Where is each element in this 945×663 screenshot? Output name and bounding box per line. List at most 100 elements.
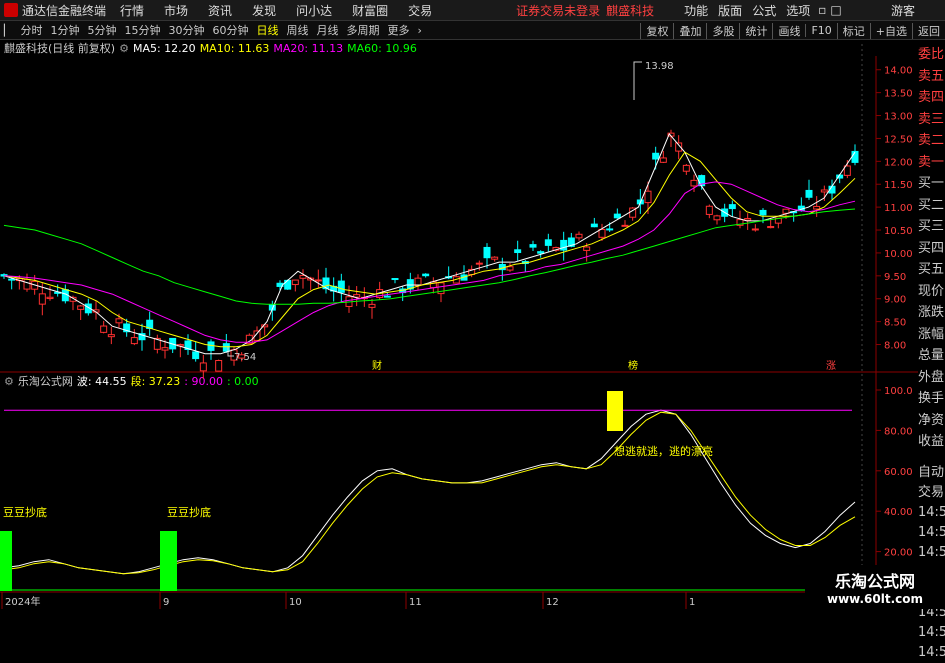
candle-body	[337, 280, 345, 293]
quote-item-7[interactable]: 买二	[918, 195, 945, 217]
candle-body	[805, 189, 813, 198]
quote-item-12[interactable]: 涨跌	[918, 302, 945, 324]
low-annotation: 7.54	[234, 352, 256, 363]
quote-item-13[interactable]: 涨幅	[918, 324, 945, 346]
quote-item-16[interactable]: 换手	[918, 388, 945, 410]
candle-body	[491, 256, 499, 260]
price-tick-label: 13.00	[884, 112, 913, 123]
top-signal-bar	[607, 391, 623, 431]
quote-item-9[interactable]: 买四	[918, 238, 945, 260]
candle-body	[475, 262, 483, 265]
candle-body	[514, 249, 522, 254]
tick-item-4[interactable]: 14:56	[918, 543, 945, 563]
series-line-ind	[3, 409, 856, 575]
candle-body	[391, 278, 399, 281]
chart-grid	[0, 44, 918, 609]
candle-body	[414, 277, 422, 287]
candle-body	[744, 217, 752, 221]
candle-body	[192, 351, 200, 360]
candle-body	[813, 205, 821, 210]
candle-body	[606, 228, 614, 231]
date-tick-label: 2024年	[5, 595, 40, 608]
tick-item-1[interactable]: 交易	[918, 483, 945, 503]
quote-item-4[interactable]: 卖二	[918, 130, 945, 152]
quote-item-5[interactable]: 卖一	[918, 152, 945, 174]
date-tick-label: 11	[409, 597, 422, 608]
candle-body	[713, 215, 721, 221]
tick-item-2[interactable]: 14:56	[918, 503, 945, 523]
price-tick-label: 11.50	[884, 180, 913, 191]
marker-zhang[interactable]: 涨	[826, 360, 836, 372]
quote-item-0[interactable]: 委比	[918, 44, 945, 66]
candle-body	[291, 279, 299, 286]
tick-item-0[interactable]: 自动	[918, 463, 945, 483]
price-tick-label: 13.50	[884, 89, 913, 100]
candle-body	[422, 273, 430, 277]
tick-item-8[interactable]: 14:56	[918, 623, 945, 643]
candle-body	[621, 224, 629, 227]
candle-body	[100, 325, 108, 333]
candle-body	[23, 278, 31, 290]
candle-body	[659, 157, 667, 163]
date-tick-label: 9	[163, 597, 169, 608]
candle-body	[383, 295, 391, 298]
quote-item-18[interactable]: 收益	[918, 431, 945, 453]
kline-chart[interactable]: 14.00 13.50 13.00 12.50 12.00 11.50 11.00 10.50…	[0, 0, 918, 609]
quote-item-1[interactable]: 卖五	[918, 66, 945, 88]
candle-body	[682, 164, 690, 172]
candle-body	[215, 360, 223, 372]
candle-body	[38, 293, 46, 305]
price-tick-label: 8.50	[884, 318, 906, 329]
candle-body	[575, 233, 583, 239]
candle-body	[115, 318, 123, 324]
candle-body	[161, 347, 169, 351]
price-tick-label: 12.50	[884, 134, 913, 145]
candle-body	[483, 246, 491, 259]
candle-body	[767, 226, 775, 229]
tick-item-9[interactable]: 14:56	[918, 643, 945, 663]
tick-item-3[interactable]: 14:56	[918, 523, 945, 543]
price-tick-label: 9.00	[884, 295, 906, 306]
quote-item-2[interactable]: 卖四	[918, 87, 945, 109]
indicator-tick-label: 20.00	[884, 548, 913, 559]
quote-item-17[interactable]: 净资	[918, 410, 945, 432]
ma-lines-layer	[3, 132, 856, 355]
indicator-tick-label: 100.0	[884, 386, 913, 397]
marker-bang[interactable]: 榜	[628, 359, 638, 372]
date-tick-label: 1	[689, 597, 695, 608]
date-tick-label: 12	[546, 597, 559, 608]
bottom-signal-label-1: 豆豆抄底	[3, 505, 47, 519]
candle-body	[544, 239, 552, 246]
quote-item-10[interactable]: 买五	[918, 259, 945, 281]
candle-body	[751, 228, 759, 231]
quote-item-6[interactable]: 买一	[918, 173, 945, 195]
quote-item-3[interactable]: 卖三	[918, 109, 945, 131]
candle-body	[506, 266, 514, 271]
price-tick-label: 9.50	[884, 272, 906, 283]
indicator-tick-label: 80.00	[884, 426, 913, 437]
price-tick-label: 10.50	[884, 226, 913, 237]
marker-cai[interactable]: 财	[372, 359, 382, 372]
right-quote-panel: 委比 卖五 卖四 卖三 卖二 卖一 买一 买二 买三 买四 买五 现价 涨跌 涨幅 总量 外盘 换手 净资 收益自动…	[918, 44, 945, 660]
candle-body	[652, 152, 660, 160]
candle-body	[820, 189, 828, 193]
candle-body	[613, 213, 621, 219]
candle-body	[130, 337, 138, 345]
date-tick-label: 10	[289, 597, 302, 608]
candle-body	[705, 205, 713, 215]
candle-body	[77, 305, 85, 310]
quote-item-15[interactable]: 外盘	[918, 367, 945, 389]
quote-item-11[interactable]: 现价	[918, 281, 945, 303]
candle-body	[759, 209, 767, 216]
quote-item-14[interactable]: 总量	[918, 345, 945, 367]
top-signal-label: 想逃就逃，逃的漂亮	[614, 444, 713, 458]
watermark: 乐淘公式网 www.60lt.com	[805, 565, 945, 609]
indicator-tick-label: 40.00	[884, 507, 913, 518]
candle-body	[537, 251, 545, 254]
candle-body	[644, 190, 652, 204]
quote-item-8[interactable]: 买三	[918, 216, 945, 238]
price-tick-label: 8.00	[884, 341, 906, 352]
candle-body	[368, 303, 376, 308]
price-tick-label: 11.00	[884, 203, 913, 214]
candle-body	[314, 279, 322, 282]
